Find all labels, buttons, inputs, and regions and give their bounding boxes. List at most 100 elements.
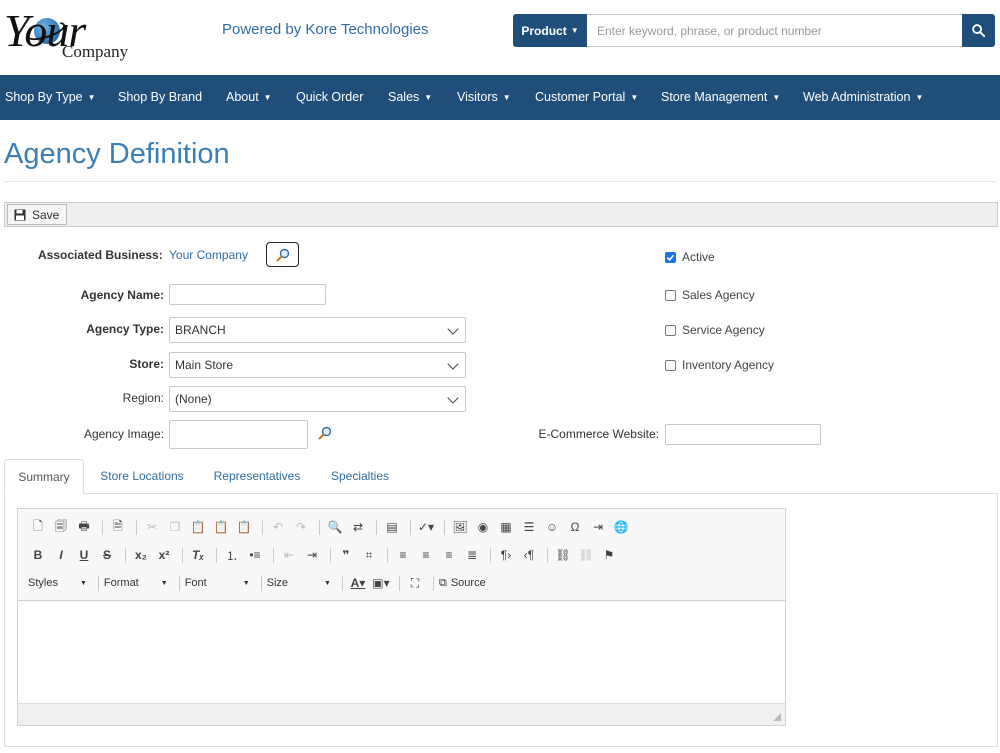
- page-title: Agency Definition: [4, 138, 230, 170]
- paste-word-icon[interactable]: 📋: [234, 517, 254, 537]
- superscript-icon[interactable]: x²: [154, 545, 174, 565]
- company-logo[interactable]: Your Company: [4, 4, 144, 66]
- indent-icon[interactable]: ⇥: [302, 545, 322, 565]
- nav-store-management[interactable]: Store Management ▼: [661, 75, 780, 120]
- associated-business-value[interactable]: Your Company: [169, 248, 248, 262]
- agency-name-input[interactable]: [169, 284, 326, 305]
- rtl-icon[interactable]: ‹¶: [519, 545, 539, 565]
- tab-summary[interactable]: Summary: [4, 459, 84, 494]
- caret-down-icon: ▼: [263, 93, 272, 102]
- bulleted-list-icon[interactable]: •≡: [245, 545, 265, 565]
- tab-specialties[interactable]: Specialties: [322, 459, 398, 494]
- page-break-icon[interactable]: ⇥: [588, 517, 608, 537]
- store-select[interactable]: Main Store: [169, 352, 466, 378]
- align-center-icon[interactable]: ≡: [416, 545, 436, 565]
- unlink-icon[interactable]: ⛓: [576, 545, 596, 565]
- summary-editor: 🗋 🗐 🖶 🗎 ✂ ❐ 📋 📋 📋 ↶ ↷ 🔍 ⇄ ▤ ✓▾ 🖼 ◉ ▦ ☰ ☺…: [17, 508, 786, 726]
- active-checkbox[interactable]: [665, 251, 676, 263]
- align-right-icon[interactable]: ≡: [439, 545, 459, 565]
- undo-icon[interactable]: ↶: [268, 517, 288, 537]
- flash-icon[interactable]: ◉: [473, 517, 493, 537]
- background-color-icon[interactable]: ▣▾: [371, 573, 391, 593]
- italic-icon[interactable]: I: [51, 545, 71, 565]
- align-left-icon[interactable]: ≡: [393, 545, 413, 565]
- nav-sales[interactable]: Sales ▼: [388, 75, 432, 120]
- new-page-icon[interactable]: 🗋: [28, 517, 48, 537]
- blockquote-icon[interactable]: ❞: [336, 545, 356, 565]
- numbered-list-icon[interactable]: ⒈: [222, 545, 242, 565]
- underline-icon[interactable]: U: [74, 545, 94, 565]
- select-all-icon[interactable]: ▤: [382, 517, 402, 537]
- text-color-icon[interactable]: A▾: [348, 573, 368, 593]
- nav-label: Customer Portal: [535, 90, 626, 104]
- format-dropdown[interactable]: Format ▼: [104, 577, 168, 589]
- toolbar-separator: [260, 575, 262, 591]
- service-agency-row[interactable]: Service Agency: [665, 323, 765, 337]
- search-input[interactable]: Enter keyword, phrase, or product number: [587, 14, 962, 47]
- bold-icon[interactable]: B: [28, 545, 48, 565]
- nav-shop-by-brand[interactable]: Shop By Brand: [118, 75, 202, 120]
- link-icon[interactable]: ⛓: [553, 545, 573, 565]
- toolbar-separator: [319, 519, 320, 535]
- nav-quick-order[interactable]: Quick Order: [296, 75, 363, 120]
- tab-store-locations[interactable]: Store Locations: [92, 459, 192, 494]
- styles-dropdown[interactable]: Styles ▼: [28, 577, 87, 589]
- div-container-icon[interactable]: ⌗: [359, 545, 379, 565]
- inventory-agency-row[interactable]: Inventory Agency: [665, 358, 774, 372]
- editor-content-area[interactable]: [18, 602, 785, 702]
- smiley-icon[interactable]: ☺: [542, 517, 562, 537]
- inventory-agency-checkbox[interactable]: [665, 359, 676, 371]
- spellcheck-icon[interactable]: ✓▾: [416, 517, 436, 537]
- tab-representatives[interactable]: Representatives: [204, 459, 310, 494]
- anchor-flag-icon[interactable]: ⚑: [599, 545, 619, 565]
- size-dropdown[interactable]: Size ▼: [267, 577, 331, 589]
- active-checkbox-row[interactable]: Active: [665, 250, 715, 264]
- toolbar-separator: [102, 519, 103, 535]
- business-lookup-button[interactable]: [266, 242, 299, 267]
- agency-image-input[interactable]: [169, 420, 308, 449]
- image-lookup-button[interactable]: [318, 426, 332, 443]
- justify-icon[interactable]: ≣: [462, 545, 482, 565]
- copy-icon[interactable]: ❐: [165, 517, 185, 537]
- resize-handle-icon[interactable]: [773, 713, 781, 721]
- templates-icon[interactable]: 🗎: [108, 517, 128, 537]
- service-agency-checkbox[interactable]: [665, 324, 676, 336]
- search-button[interactable]: [962, 14, 995, 47]
- maximize-icon[interactable]: ⛶: [405, 573, 425, 593]
- nav-shop-by-type[interactable]: Shop By Type ▼: [5, 75, 96, 120]
- remove-format-icon[interactable]: Tₓ: [188, 545, 208, 565]
- sales-agency-row[interactable]: Sales Agency: [665, 288, 755, 302]
- preview-icon[interactable]: 🗐: [51, 517, 71, 537]
- agency-type-select[interactable]: BRANCH: [169, 317, 466, 343]
- replace-icon[interactable]: ⇄: [348, 517, 368, 537]
- outdent-icon[interactable]: ⇤: [279, 545, 299, 565]
- table-icon[interactable]: ▦: [496, 517, 516, 537]
- sales-agency-checkbox[interactable]: [665, 289, 676, 301]
- logo-subtitle: Company: [62, 42, 129, 61]
- ltr-icon[interactable]: ¶›: [496, 545, 516, 565]
- subscript-icon[interactable]: x₂: [131, 545, 151, 565]
- paste-icon[interactable]: 📋: [188, 517, 208, 537]
- redo-icon[interactable]: ↷: [291, 517, 311, 537]
- cut-icon[interactable]: ✂: [142, 517, 162, 537]
- nav-about[interactable]: About ▼: [226, 75, 272, 120]
- paste-text-icon[interactable]: 📋: [211, 517, 231, 537]
- special-char-icon[interactable]: Ω: [565, 517, 585, 537]
- store-value: Main Store: [175, 358, 234, 372]
- save-button[interactable]: Save: [7, 204, 67, 225]
- ecommerce-website-input[interactable]: [665, 424, 821, 445]
- nav-web-administration[interactable]: Web Administration ▼: [803, 75, 923, 120]
- source-button[interactable]: ⧉ Source: [439, 577, 486, 590]
- iframe-icon[interactable]: 🌐: [611, 517, 631, 537]
- strikethrough-icon[interactable]: S: [97, 545, 117, 565]
- font-dropdown[interactable]: Font ▼: [185, 577, 250, 589]
- nav-visitors[interactable]: Visitors ▼: [457, 75, 511, 120]
- horizontal-rule-icon[interactable]: ☰: [519, 517, 539, 537]
- search-category-dropdown[interactable]: Product ▼: [513, 14, 587, 47]
- agency-type-value: BRANCH: [175, 323, 226, 337]
- image-icon[interactable]: 🖼: [450, 517, 470, 537]
- print-icon[interactable]: 🖶: [74, 517, 94, 537]
- find-icon[interactable]: 🔍: [325, 517, 345, 537]
- nav-customer-portal[interactable]: Customer Portal ▼: [535, 75, 638, 120]
- region-select[interactable]: (None): [169, 386, 466, 412]
